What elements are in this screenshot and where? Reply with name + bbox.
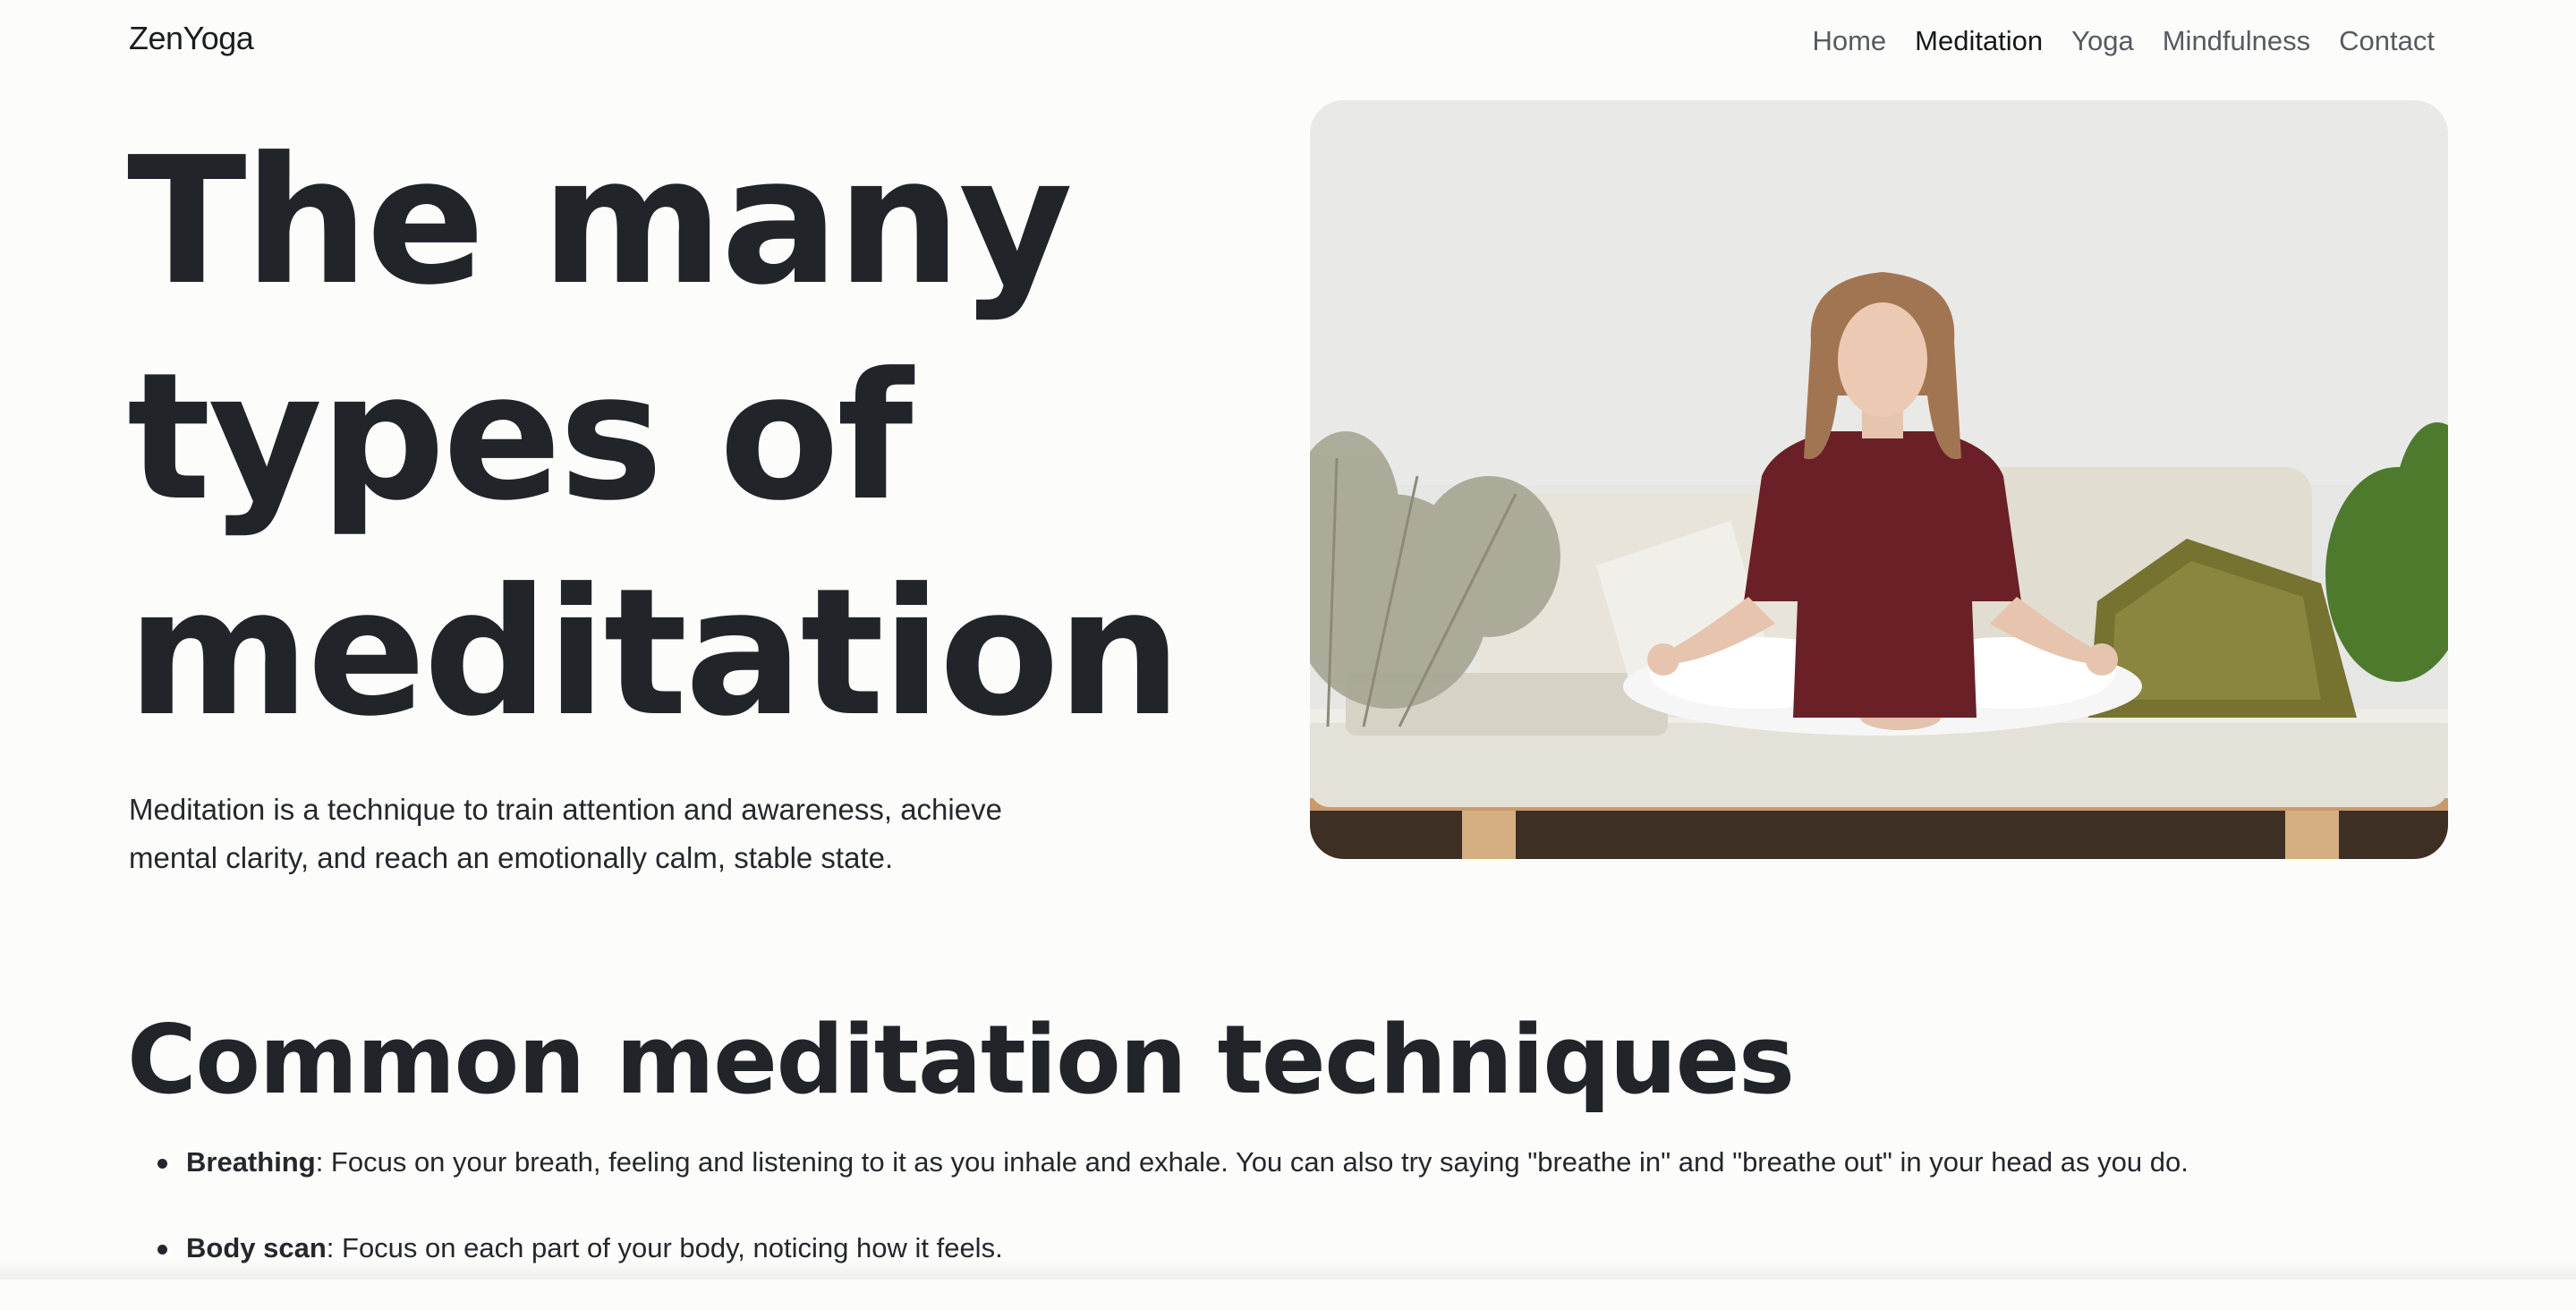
nav-link-yoga[interactable]: Yoga [2071, 25, 2134, 57]
nav-link-meditation[interactable]: Meditation [1915, 25, 2043, 57]
techniques-list: Breathing: Focus on your breath, feeling… [157, 1138, 2394, 1310]
nav-link-mindfulness[interactable]: Mindfulness [2163, 25, 2310, 57]
technique-description: : Focus on your breath, feeling and list… [315, 1146, 2189, 1178]
hero-title: The many types of meditation [127, 120, 1182, 755]
brand-logo[interactable]: ZenYoga [129, 20, 254, 57]
nav-links: Home Meditation Yoga Mindfulness Contact [1812, 25, 2435, 57]
hero-image [1310, 100, 2448, 859]
bottom-shadow [0, 1258, 2576, 1280]
meditation-photo [1310, 100, 2448, 859]
nav-link-contact[interactable]: Contact [2339, 25, 2435, 57]
technique-name: Breathing [186, 1146, 316, 1178]
hero-description: Meditation is a technique to train atten… [129, 793, 1002, 874]
techniques-heading: Common meditation techniques [127, 1005, 1795, 1115]
nav-link-home[interactable]: Home [1812, 25, 1886, 57]
bullet-icon [157, 1245, 167, 1255]
bullet-icon [157, 1159, 167, 1169]
top-nav: ZenYoga Home Meditation Yoga Mindfulness… [0, 0, 2576, 86]
list-item: Breathing: Focus on your breath, feeling… [157, 1138, 2394, 1187]
